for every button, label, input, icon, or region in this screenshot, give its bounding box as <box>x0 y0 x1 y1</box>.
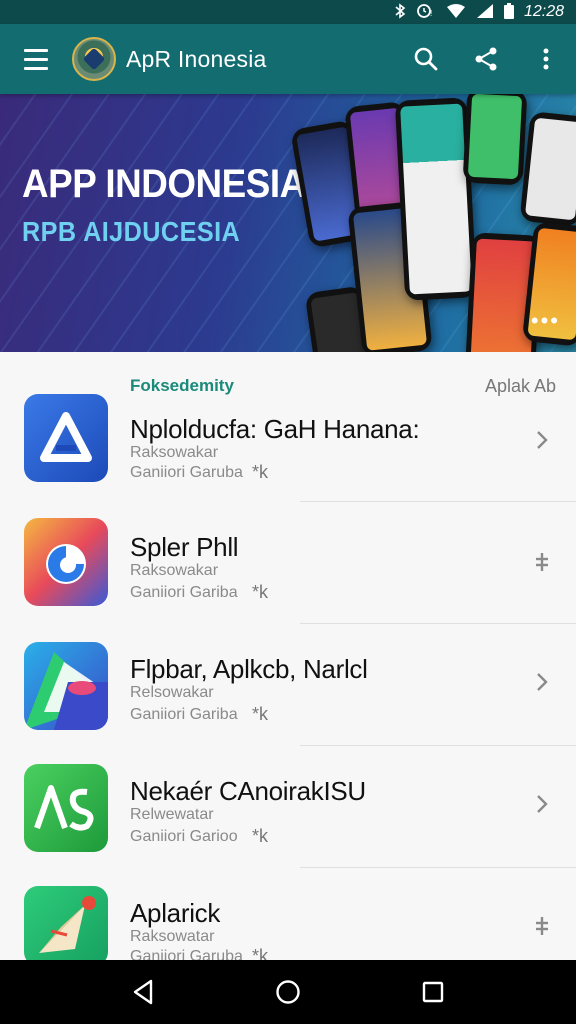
signal-icon <box>476 3 494 21</box>
list-item[interactable]: Nplolducfa: GaH Hanana: Raksowakar Ganii… <box>0 380 576 502</box>
app-icon <box>24 886 108 966</box>
system-nav-bar <box>0 960 576 1024</box>
app-icon <box>24 642 108 730</box>
svg-text:!: ! <box>430 9 432 18</box>
app-title: Nplolducfa: GaH Hanana: <box>130 414 420 444</box>
rating-mark: *k <box>252 582 269 602</box>
list-item[interactable]: Spler Phll Raksowakar Ganiiori Gariba *k <box>0 502 576 624</box>
app-meta: Ganiiori Garuba <box>130 464 243 481</box>
banner-subtitle: RPB AIJDUCESIA <box>22 216 241 247</box>
app-icon <box>24 764 108 852</box>
share-icon[interactable] <box>456 24 516 94</box>
banner-more-dots[interactable]: ••• <box>531 308 560 334</box>
wifi-icon <box>446 3 466 21</box>
recents-icon[interactable] <box>409 968 457 1016</box>
hero-banner[interactable]: APP INDONESIA RPB AIJDUCESIA ••• <box>0 94 576 352</box>
app-meta: Ganiiori Garioo <box>130 828 238 845</box>
menu-icon[interactable] <box>0 24 72 94</box>
rating-mark: *k <box>252 462 269 482</box>
back-icon[interactable] <box>119 968 167 1016</box>
app-subtitle: Relwewatar <box>130 806 214 823</box>
list-item[interactable]: Nekaér CAnoirakISU Relwewatar Ganiiori G… <box>0 746 576 868</box>
app-title: ApR Inonesia <box>126 45 267 72</box>
app-logo <box>72 37 116 81</box>
app-title: Nekaér CAnoirakISU <box>130 776 366 806</box>
bluetooth-icon <box>394 3 406 21</box>
app-subtitle: Raksowakar <box>130 562 219 579</box>
more-vert-icon[interactable] <box>516 24 576 94</box>
chevron-right-icon[interactable] <box>530 428 554 452</box>
banner-title: APP INDONESIA <box>22 162 306 206</box>
search-icon[interactable] <box>396 24 456 94</box>
drag-handle-icon[interactable] <box>530 914 554 938</box>
alarm-icon: ! <box>416 3 436 21</box>
app-title: Spler Phll <box>130 532 239 562</box>
status-time: 12:28 <box>523 3 564 20</box>
chevron-right-icon[interactable] <box>530 792 554 816</box>
battery-icon <box>503 3 514 21</box>
home-icon[interactable] <box>264 968 312 1016</box>
app-subtitle: Raksowakar <box>130 444 219 461</box>
rating-mark: *k <box>252 826 269 846</box>
rating-mark: *k <box>252 704 269 724</box>
app-meta: Ganiiori Gariba <box>130 706 238 723</box>
app-meta: Ganiiori Gariba <box>130 584 238 601</box>
chevron-right-icon[interactable] <box>530 670 554 694</box>
drag-handle-icon[interactable] <box>530 550 554 574</box>
app-toolbar: ApR Inonesia <box>0 24 576 94</box>
list-item[interactable]: Flpbar, Aplkcb, Narlcl Relsowakar Ganiio… <box>0 624 576 746</box>
status-bar: ! 12:28 <box>0 0 576 24</box>
app-title: Aplarick <box>130 898 221 928</box>
app-icon <box>24 518 108 606</box>
app-title: Flpbar, Aplkcb, Narlcl <box>130 654 368 684</box>
app-subtitle: Relsowakar <box>130 684 214 701</box>
app-subtitle: Raksowatar <box>130 928 215 945</box>
app-list: Foksedemity Aplak Ab Nplolducfa: GaH Han… <box>0 352 576 966</box>
app-icon <box>24 394 108 482</box>
